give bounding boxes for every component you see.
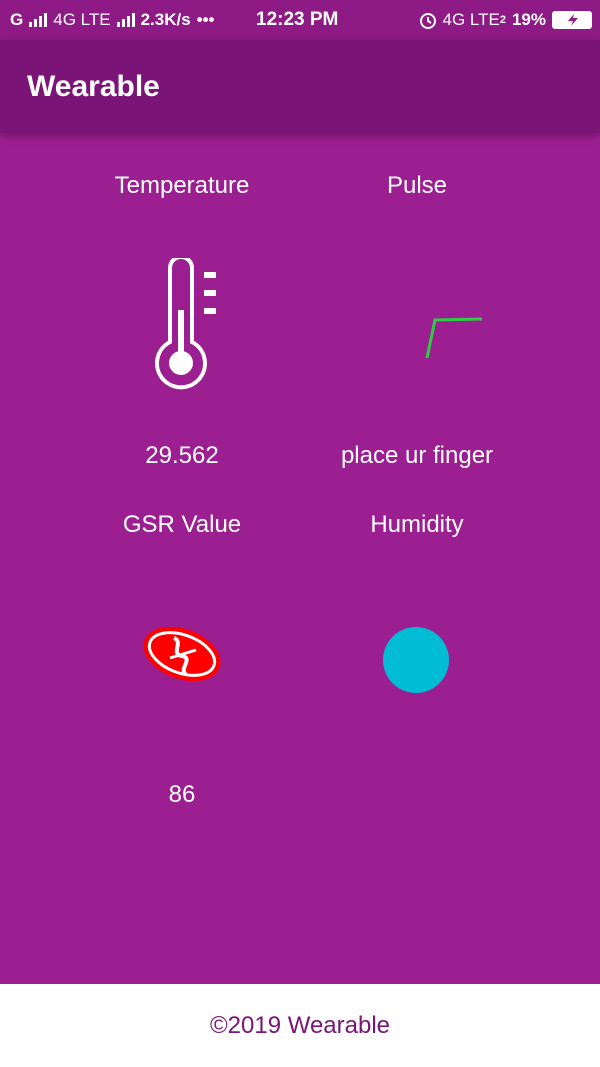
thermometer-icon bbox=[155, 258, 216, 390]
network-label-2: 4G LTE bbox=[442, 10, 500, 29]
battery-icon bbox=[552, 11, 592, 29]
humidity-label: Humidity bbox=[370, 511, 464, 538]
gsr-label: GSR Value bbox=[122, 511, 242, 538]
status-bar: G 4G LTE 2.3K/s ••• 12:23 PM 4G LTE 2 19… bbox=[0, 0, 600, 40]
gsr-value: 86 bbox=[168, 781, 196, 808]
network-label-1: 4G LTE bbox=[53, 10, 111, 29]
temperature-value: 29.562 bbox=[145, 442, 219, 469]
app-toolbar: Wearable bbox=[0, 40, 600, 133]
status-left: G 4G LTE 2.3K/s ••• bbox=[10, 10, 215, 30]
battery-percent: 19% bbox=[511, 10, 546, 29]
sim-index: 2 bbox=[499, 14, 506, 26]
app-title: Wearable bbox=[27, 69, 160, 103]
humidity-indicator-icon bbox=[383, 627, 449, 693]
pulse-label: Pulse bbox=[386, 172, 448, 199]
status-right: 4G LTE 2 19% bbox=[419, 10, 592, 30]
more-notifications-icon: ••• bbox=[196, 10, 215, 29]
pulse-graph-icon bbox=[425, 317, 483, 359]
clock: 12:23 PM bbox=[256, 9, 339, 30]
temperature-label: Temperature bbox=[114, 172, 250, 199]
alarm-icon bbox=[419, 13, 436, 29]
network-speed: 2.3K/s bbox=[140, 10, 191, 29]
gsr-sensor-icon bbox=[143, 626, 221, 682]
footer: ©2019 Wearable bbox=[0, 984, 600, 1067]
signal-icon bbox=[29, 13, 48, 27]
footer-copyright: ©2019 Wearable bbox=[209, 1011, 391, 1039]
carrier-label: G bbox=[10, 10, 24, 29]
signal-icon-2 bbox=[116, 13, 135, 27]
pulse-value: place ur finger bbox=[340, 442, 494, 469]
